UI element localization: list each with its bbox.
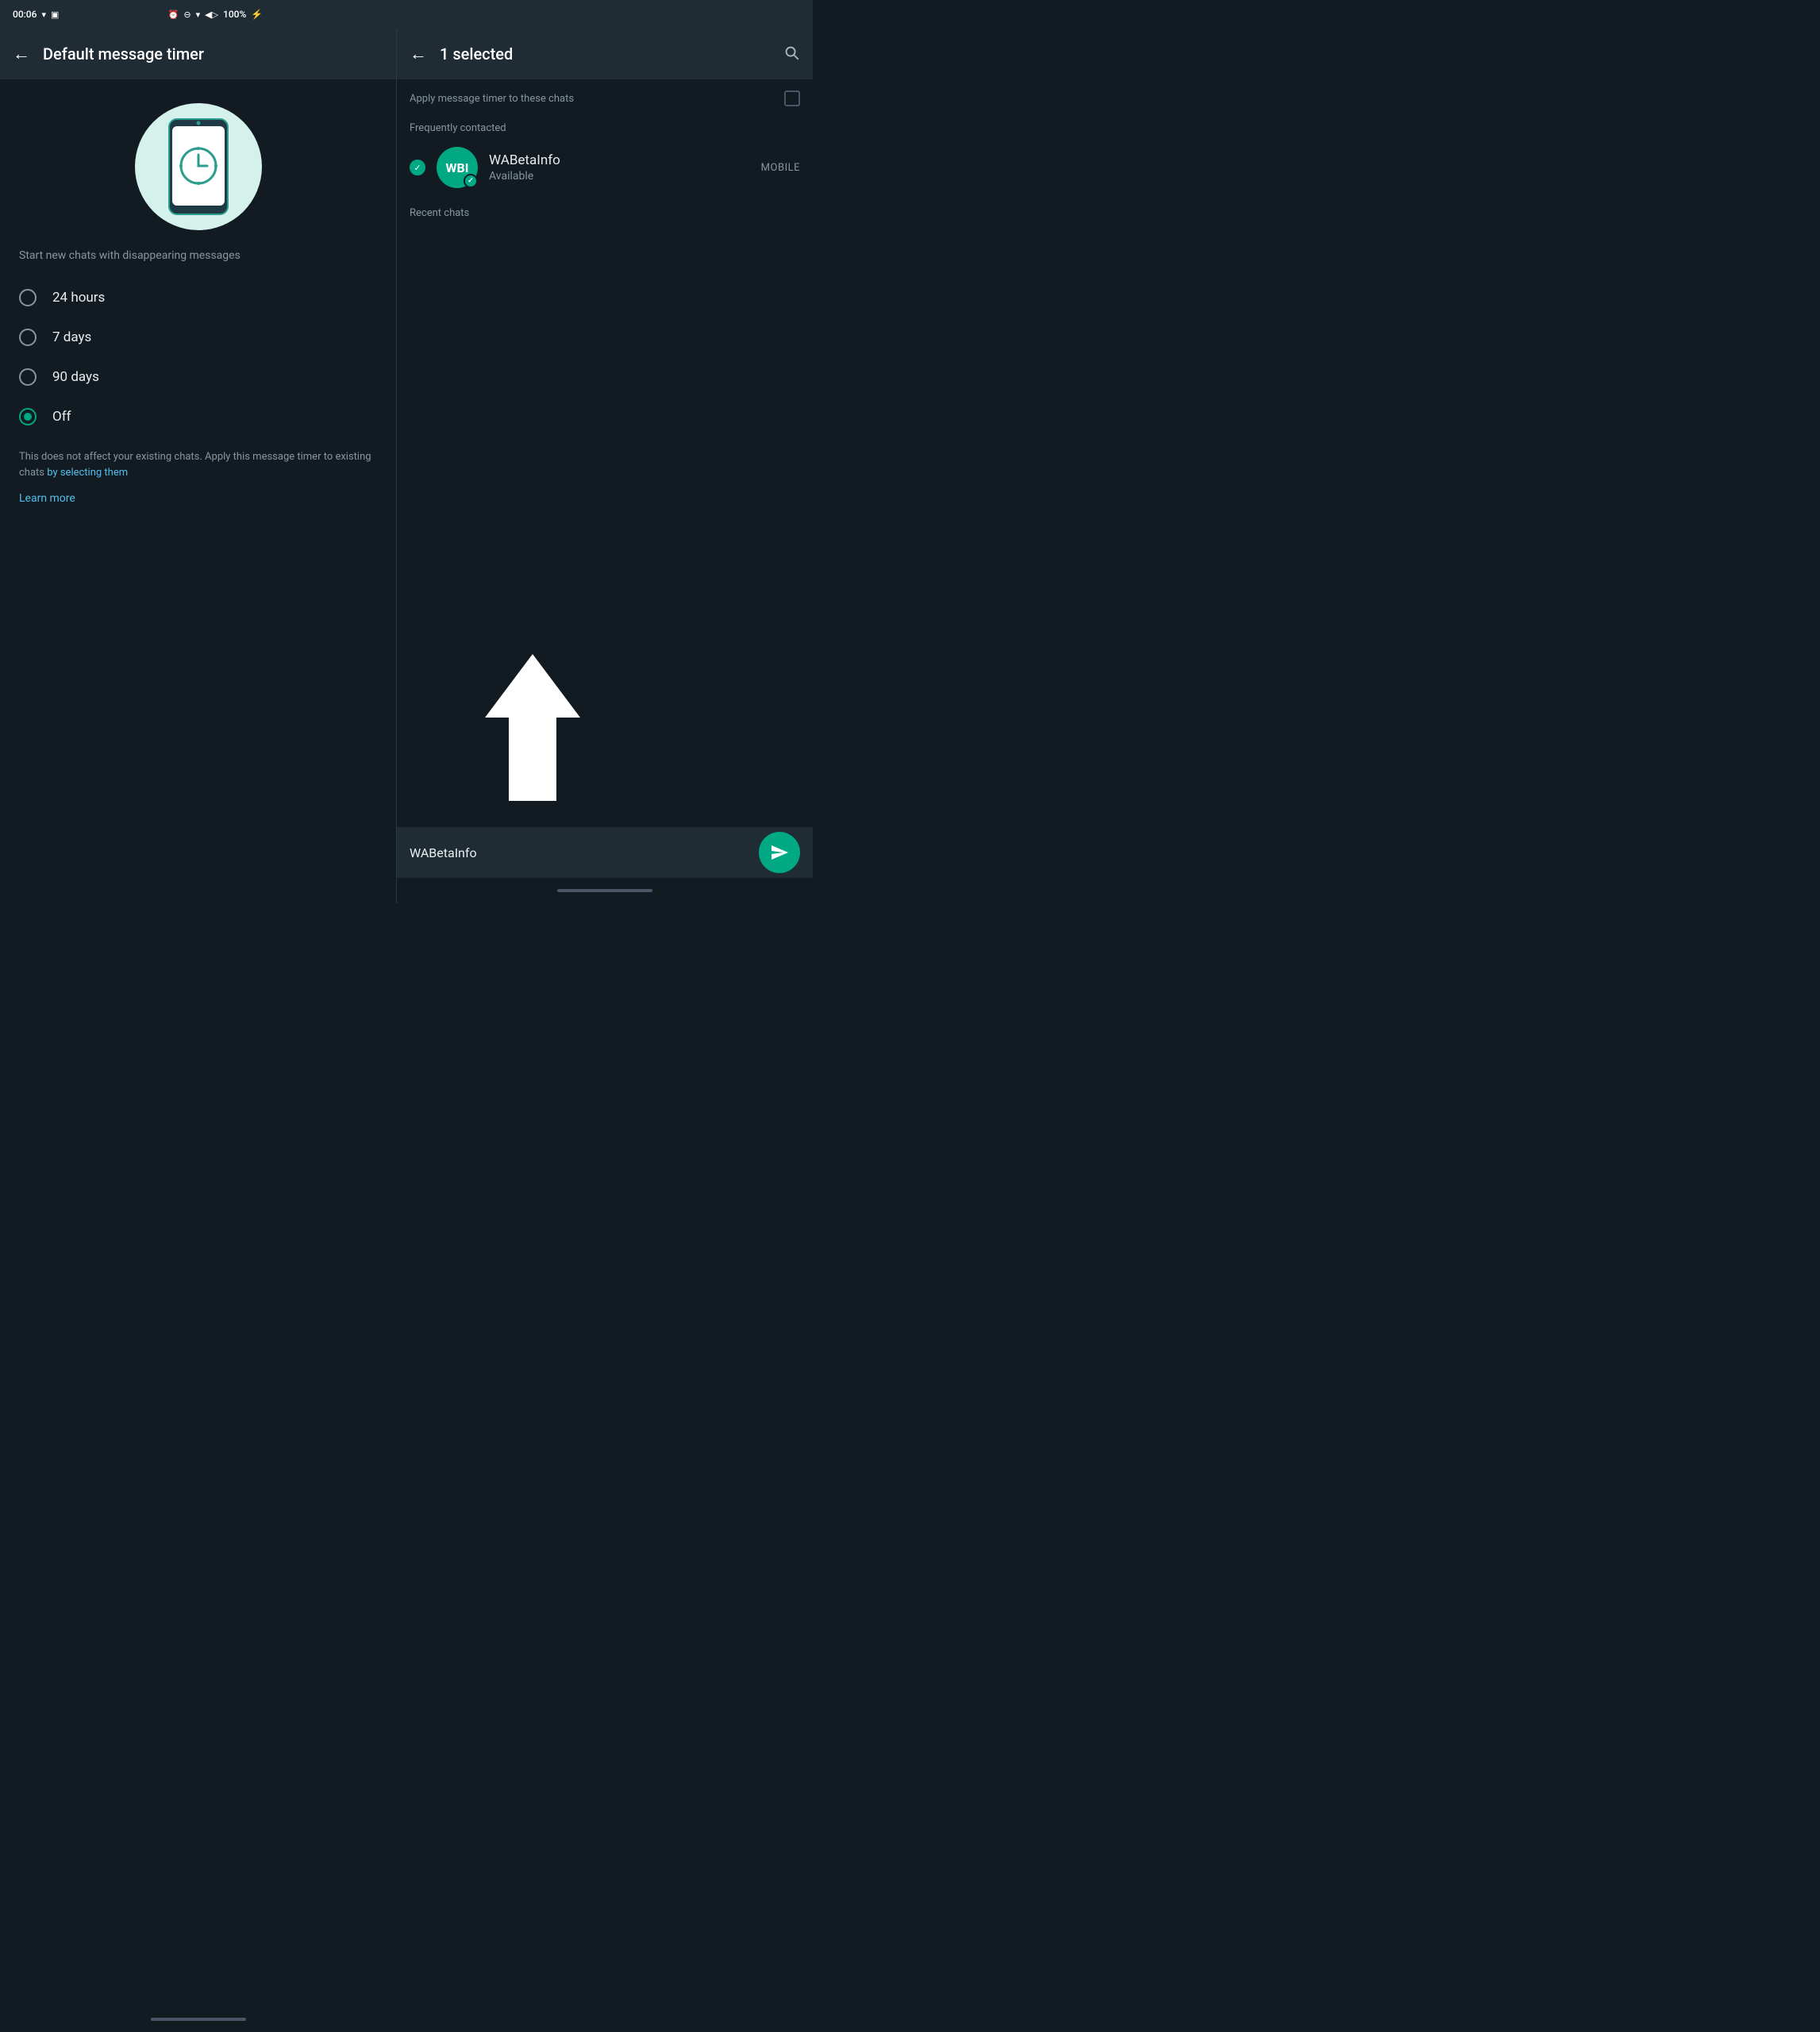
status-bar-left: 00:06 ▾ ▣ ⏰ ⊖ ▾ ◀▷ 100% ⚡ [13,9,263,20]
selected-count: 1 selected [440,44,770,64]
left-nav-line [151,2018,246,2021]
radio-circle-90d [19,368,37,386]
time-display: 00:06 [13,9,37,20]
left-nav-bar [0,2007,397,2032]
avatar-text: WBI [446,160,469,175]
phone-illustration [19,103,377,230]
send-icon [770,843,789,862]
contact-badge: MOBILE [761,162,800,174]
contact-info: WABetaInfo Available [489,152,750,183]
nav-bar [397,878,813,903]
radio-group: 24 hours 7 days 90 days Off [19,278,377,437]
radio-circle-7d [19,329,37,346]
left-panel-title: Default message timer [43,44,204,64]
charging-icon: ⚡ [251,9,263,20]
info-text: This does not affect your existing chats… [19,449,377,480]
selecting-them-link[interactable]: by selecting them [47,467,128,479]
radio-90d[interactable]: 90 days [19,357,377,397]
wifi-icon: ▾ [41,10,46,20]
right-panel: ← 1 selected Apply message timer to thes… [397,29,813,903]
back-button-left[interactable]: ← [13,44,30,64]
avatar-check-icon: ✓ [464,174,478,188]
signal-icon: ◀▷ [205,10,218,20]
radio-circle-off [19,408,37,425]
back-button-right[interactable]: ← [410,44,427,64]
radio-label-off: Off [52,409,71,425]
learn-more-link[interactable]: Learn more [19,492,75,505]
frequently-contacted-label: Frequently contacted [397,111,813,139]
nav-indicator [397,878,813,903]
status-bar: 00:06 ▾ ▣ ⏰ ⊖ ▾ ◀▷ 100% ⚡ [0,0,813,29]
send-button[interactable] [759,832,800,873]
phone-bg-circle [135,103,262,230]
apply-timer-label: Apply message timer to these chats [410,93,775,105]
apply-timer-section: Apply message timer to these chats [397,79,813,111]
contact-item-wabetainfo[interactable]: ✓ WBI ✓ WABetaInfo Available MOBILE [397,139,813,196]
apply-timer-checkbox[interactable] [784,90,800,106]
sim-icon: ▣ [51,10,59,20]
recent-chats-label: Recent chats [397,196,813,224]
contact-name: WABetaInfo [489,152,750,168]
right-header: ← 1 selected [397,29,813,79]
radio-label-7d: 7 days [52,329,91,345]
radio-circle-24h [19,289,37,306]
alarm-icon-right: ⏰ [168,10,179,20]
radio-7d[interactable]: 7 days [19,318,377,357]
left-panel: ← Default message timer [0,29,397,903]
nav-line [557,889,652,892]
radio-label-90d: 90 days [52,369,99,385]
contact-checkbox-selected: ✓ [410,160,425,175]
radio-off[interactable]: Off [19,397,377,437]
radio-24h[interactable]: 24 hours [19,278,377,318]
contact-status: Available [489,170,750,183]
subtitle: Start new chats with disappearing messag… [19,249,377,262]
phone-svg [163,115,234,218]
contact-avatar: WBI ✓ [437,147,478,188]
left-content: Start new chats with disappearing messag… [0,79,396,903]
bottom-bar: WABetaInfo [397,827,813,878]
left-header: ← Default message timer [0,29,396,79]
minus-icon: ⊖ [183,10,190,20]
search-button[interactable] [783,44,800,65]
bottom-contact-name: WABetaInfo [410,845,759,860]
wifi-icon-right: ▾ [196,10,201,20]
right-content: Apply message timer to these chats Frequ… [397,79,813,827]
battery-right: 100% [223,9,246,20]
radio-label-24h: 24 hours [52,290,105,306]
